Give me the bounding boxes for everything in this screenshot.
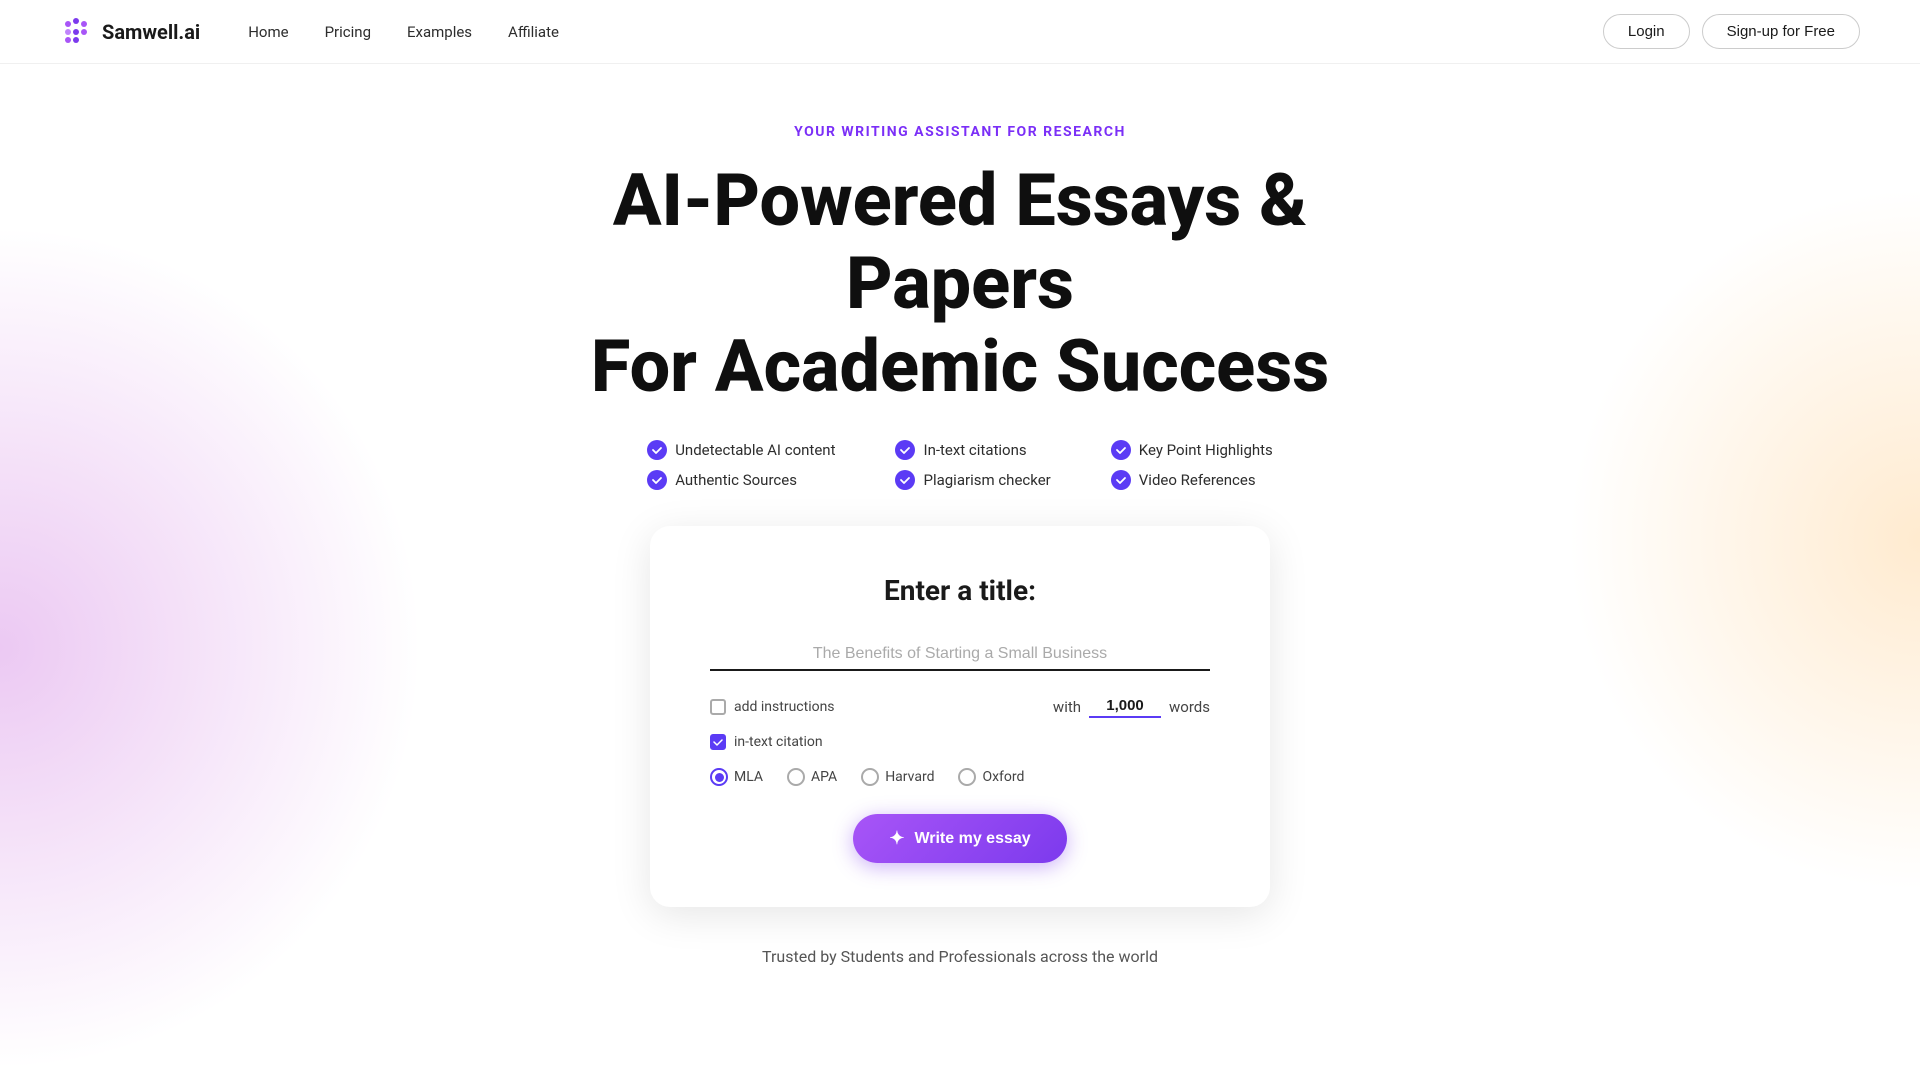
signup-button[interactable]: Sign-up for Free — [1702, 14, 1860, 49]
add-instructions-checkbox[interactable] — [710, 699, 726, 715]
hero-tagline: YOUR WRITING ASSISTANT FOR RESEARCH — [794, 124, 1126, 140]
essay-form-card: Enter a title: add instructions with wor… — [650, 526, 1270, 907]
citation-style-group: MLA APA Harvard Oxford — [710, 768, 1210, 786]
in-text-citation-label[interactable]: in-text citation — [710, 734, 823, 750]
check-icon-intext — [895, 440, 915, 460]
nav-pricing[interactable]: Pricing — [325, 23, 371, 41]
feature-undetectable: Undetectable AI content — [647, 440, 835, 460]
radio-harvard[interactable]: Harvard — [861, 768, 934, 786]
feature-authentic: Authentic Sources — [647, 470, 835, 490]
login-button[interactable]: Login — [1603, 14, 1690, 49]
words-row: with words — [1053, 695, 1210, 718]
check-icon-plagiarism — [895, 470, 915, 490]
radio-mla[interactable]: MLA — [710, 768, 763, 786]
radio-apa[interactable]: APA — [787, 768, 837, 786]
sparkle-icon: ✦ — [889, 828, 904, 849]
radio-mla-outer[interactable] — [710, 768, 728, 786]
in-text-citation-checkbox[interactable] — [710, 734, 726, 750]
options-row: add instructions with words — [710, 695, 1210, 718]
feature-plagiarism: Plagiarism checker — [895, 470, 1050, 490]
radio-oxford-outer[interactable] — [958, 768, 976, 786]
features-grid: Undetectable AI content In-text citation… — [647, 440, 1273, 490]
nav-home[interactable]: Home — [248, 23, 288, 41]
nav-examples[interactable]: Examples — [407, 23, 472, 41]
citation-row: in-text citation — [710, 734, 1210, 750]
check-icon-keypoint — [1111, 440, 1131, 460]
hero-section: YOUR WRITING ASSISTANT FOR RESEARCH AI-P… — [0, 64, 1920, 966]
navbar: Samwell.ai Home Pricing Examples Affilia… — [0, 0, 1920, 64]
navbar-right: Login Sign-up for Free — [1603, 14, 1860, 49]
nav-affiliate[interactable]: Affiliate — [508, 23, 559, 41]
radio-apa-outer[interactable] — [787, 768, 805, 786]
logo[interactable]: Samwell.ai — [60, 16, 200, 48]
feature-in-text: In-text citations — [895, 440, 1050, 460]
radio-oxford[interactable]: Oxford — [958, 768, 1024, 786]
words-input[interactable] — [1089, 695, 1161, 718]
logo-text: Samwell.ai — [102, 20, 200, 44]
write-essay-button[interactable]: ✦ Write my essay — [853, 814, 1066, 863]
radio-mla-inner — [715, 773, 724, 782]
check-icon-undetectable — [647, 440, 667, 460]
hero-title: AI-Powered Essays & Papers For Academic … — [510, 160, 1410, 408]
card-title: Enter a title: — [884, 574, 1036, 607]
nav-links: Home Pricing Examples Affiliate — [248, 23, 559, 41]
feature-key-point: Key Point Highlights — [1111, 440, 1273, 460]
check-icon-authentic — [647, 470, 667, 490]
title-input-wrapper — [710, 639, 1210, 671]
feature-video: Video References — [1111, 470, 1273, 490]
add-instructions-label[interactable]: add instructions — [710, 699, 835, 715]
trusted-text: Trusted by Students and Professionals ac… — [762, 947, 1158, 966]
title-input[interactable] — [710, 639, 1210, 671]
navbar-left: Samwell.ai Home Pricing Examples Affilia… — [60, 16, 559, 48]
check-icon-video — [1111, 470, 1131, 490]
logo-icon — [60, 16, 92, 48]
radio-harvard-outer[interactable] — [861, 768, 879, 786]
